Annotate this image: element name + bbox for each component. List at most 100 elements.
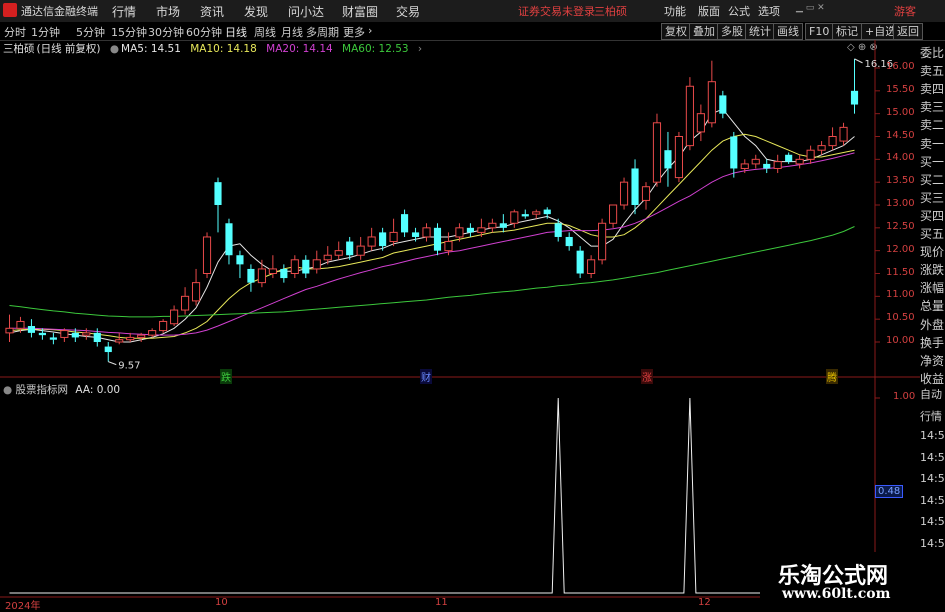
window-controls-icon[interactable]: ▁ ▭ ✕ [796, 3, 825, 13]
candle-body [730, 136, 738, 169]
candle-body [806, 149, 815, 160]
period-multi[interactable]: 多周期 [306, 24, 339, 40]
candle-body [202, 236, 212, 274]
candle-body [104, 346, 112, 353]
menu-trade[interactable]: 交易 [396, 3, 420, 20]
menu-layout[interactable]: 版面 [698, 3, 720, 19]
candle-body [247, 268, 255, 283]
quote-label: 买三 [920, 190, 945, 205]
candle-body [400, 214, 409, 233]
menu-news[interactable]: 资讯 [200, 3, 224, 20]
candle-body [82, 332, 91, 336]
menu-formula[interactable]: 公式 [728, 3, 750, 19]
date-nov: 11 [435, 597, 448, 608]
chevron-right-icon[interactable]: › [368, 24, 372, 37]
low-marker [108, 361, 117, 366]
candle-body [499, 223, 507, 228]
candle-body [444, 241, 453, 252]
quote-label: 卖二 [920, 118, 945, 133]
candle-body [302, 259, 310, 274]
menu-options[interactable]: 选项 [758, 3, 780, 19]
draw-button[interactable]: 画线 [773, 23, 803, 40]
candle-body [839, 126, 848, 142]
period-30min[interactable]: 30分钟 [148, 24, 184, 40]
menu-function[interactable]: 功能 [664, 3, 686, 19]
candle-body [685, 85, 694, 147]
candle-body [356, 245, 365, 256]
overlay-button[interactable]: 叠加 [689, 23, 719, 40]
low-label: 9.57 [118, 361, 140, 372]
candle-body [60, 330, 69, 338]
date-dec: 12 [698, 597, 711, 608]
price-tick: 16.00 [886, 61, 915, 72]
candle-body [225, 223, 233, 256]
price-tick: 13.00 [886, 198, 915, 209]
multi-stock-button[interactable]: 多股 [717, 23, 747, 40]
candle-body [323, 254, 332, 261]
candle-body [817, 145, 826, 151]
login-notice[interactable]: 证券交易未登录 [518, 3, 595, 19]
candle-body [521, 214, 529, 217]
period-5min[interactable]: 5分钟 [76, 24, 105, 40]
period-toolbar: 分时 1分钟 5分钟 15分钟 30分钟 60分钟 日线 周线 月线 多周期 更… [0, 22, 945, 41]
indicator-settings-icon[interactable]: ● [3, 384, 12, 396]
candle-body [181, 295, 190, 311]
period-1min[interactable]: 1分钟 [31, 24, 60, 40]
candle-body [576, 250, 584, 274]
menu-quotes[interactable]: 行情 [112, 3, 136, 20]
adjust-button[interactable]: 复权 [661, 23, 691, 40]
user-guest[interactable]: 游客 [894, 3, 916, 19]
candlestick-chart[interactable]: 16.169.57 [0, 40, 920, 598]
watermark-url: www.60lt.com [782, 586, 891, 602]
date-2024: 2024年 [5, 601, 41, 612]
quote-label: 涨幅 [920, 281, 945, 296]
indicator-name: 股票指标网 [15, 384, 69, 396]
quote-label: 卖四 [920, 82, 945, 97]
quote-label: 总量 [920, 299, 945, 314]
candle-body [773, 161, 782, 169]
candle-body [664, 150, 672, 169]
period-daily[interactable]: 日线 [225, 24, 247, 40]
period-tick[interactable]: 分时 [4, 24, 26, 40]
menu-market[interactable]: 市场 [156, 3, 180, 20]
quote-label: 买五 [920, 227, 945, 241]
mark-button[interactable]: 标记 [832, 23, 862, 40]
candle-body [137, 334, 146, 338]
candle-body [71, 332, 79, 338]
back-button[interactable]: 返回 [893, 23, 923, 40]
candle-body [346, 241, 354, 256]
f10-button[interactable]: F10 [805, 23, 834, 40]
quote-label: 买四 [920, 208, 945, 223]
candle-body [652, 122, 662, 183]
period-more[interactable]: 更多 [343, 24, 365, 40]
quote-label: 净资 [920, 353, 945, 368]
period-weekly[interactable]: 周线 [254, 24, 276, 40]
ind-axis-marker: 0.48 [875, 485, 904, 498]
candle-body [850, 90, 859, 105]
price-tick: 12.50 [886, 220, 915, 232]
tick-label: 14:50 [920, 515, 945, 528]
menu-wealth[interactable]: 财富圈 [342, 3, 378, 20]
candle-body [280, 268, 288, 279]
stats-button[interactable]: 统计 [745, 23, 775, 40]
candle-body [488, 222, 497, 229]
candle-body [719, 95, 727, 114]
menu-discover[interactable]: 发现 [244, 3, 268, 20]
period-15min[interactable]: 15分钟 [111, 24, 147, 40]
app-title: 通达信金融终端 [21, 5, 98, 18]
candle-body [674, 136, 683, 179]
candle-body [619, 181, 629, 206]
candle-body [707, 81, 716, 124]
period-monthly[interactable]: 月线 [281, 24, 303, 40]
period-60min[interactable]: 60分钟 [186, 24, 222, 40]
quote-label: 收益 [920, 371, 945, 386]
tick-label: 自动 [920, 388, 942, 401]
candle-body [379, 232, 387, 247]
candle-body [433, 227, 442, 251]
tick-label: 14:50 [920, 536, 945, 550]
candle-body [126, 336, 135, 341]
candle-body [236, 255, 244, 265]
candle-body [641, 186, 651, 201]
menu-ask[interactable]: 问小达 [288, 3, 324, 20]
candle-body [740, 163, 749, 169]
